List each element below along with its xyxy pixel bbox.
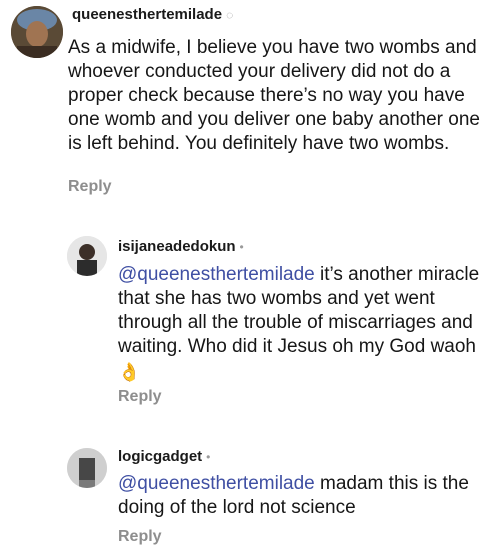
comment-username[interactable]: queenesthertemilade ◌: [72, 6, 233, 23]
comment-text: As a midwife, I believe you have two wom…: [68, 37, 480, 154]
comment-3: logicgadget • @queenesthertemilade madam …: [0, 442, 496, 558]
comment-text: @queenesthertemilade madam this is the d…: [118, 473, 469, 518]
avatar[interactable]: [67, 236, 107, 276]
profile-photo-icon: [67, 448, 107, 488]
comment-2: isijaneadedokun • @queenesthertemilade it…: [0, 230, 496, 420]
comment-username[interactable]: logicgadget •: [118, 448, 210, 465]
avatar[interactable]: [11, 6, 63, 58]
verified-dot-icon: •: [206, 450, 211, 464]
reply-button[interactable]: Reply: [118, 388, 162, 406]
comment-username[interactable]: isijaneadedokun •: [118, 238, 244, 255]
reply-button[interactable]: Reply: [68, 178, 112, 196]
verified-dot-icon: •: [239, 240, 244, 254]
mention-link[interactable]: @queenesthertemilade: [118, 473, 315, 494]
profile-photo-icon: [11, 6, 63, 58]
mention-link[interactable]: @queenesthertemilade: [118, 264, 315, 285]
avatar[interactable]: [67, 448, 107, 488]
verified-dot-icon: ◌: [226, 8, 234, 22]
comment-text: @queenesthertemilade it’s another miracl…: [118, 264, 480, 382]
profile-photo-icon: [67, 236, 107, 276]
comment-1: queenesthertemilade ◌ As a midwife, I bel…: [0, 0, 496, 200]
ok-hand-icon: 👌: [118, 362, 141, 382]
reply-button[interactable]: Reply: [118, 528, 162, 546]
